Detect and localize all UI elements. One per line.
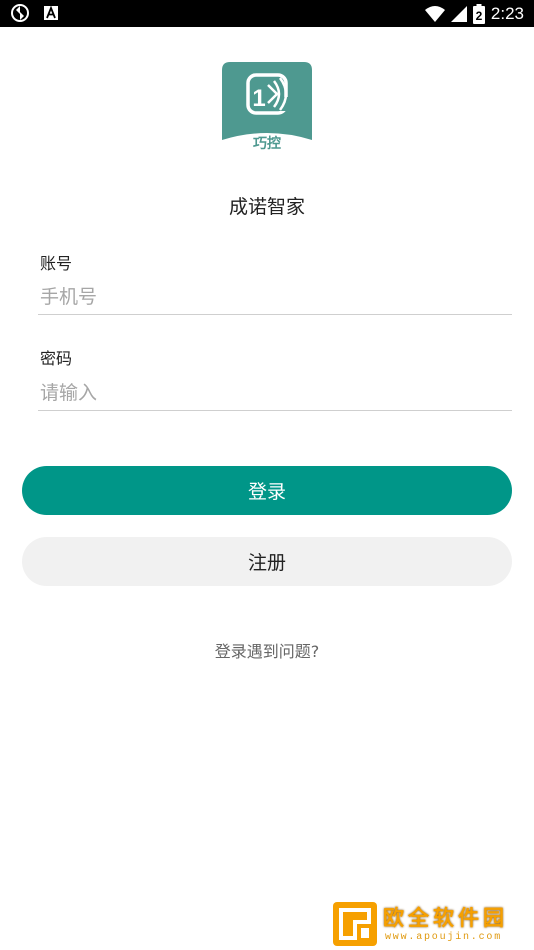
sync-icon [11, 4, 29, 22]
watermark-logo-icon [333, 902, 377, 946]
logo-digit-glyph: 1 [252, 85, 265, 112]
battery-level-text: 2 [476, 9, 483, 23]
logo-text: 巧控 [253, 135, 281, 152]
watermark-url: www.apoujin.com [385, 932, 503, 943]
register-button[interactable]: 注册 [22, 537, 512, 586]
watermark-title: 欧全软件园 [383, 906, 508, 930]
cellular-signal-icon [450, 6, 467, 22]
status-time: 2:23 [490, 4, 524, 23]
login-button[interactable]: 登录 [22, 466, 512, 515]
app-name: 成诺智家 [228, 196, 305, 218]
status-right-icons: 2 2:23 [424, 2, 524, 26]
login-help-link[interactable]: 登录遇到问题? [0, 638, 534, 662]
password-input[interactable] [38, 375, 512, 411]
notification-a-icon [44, 6, 58, 20]
account-label: 账号 [40, 254, 73, 273]
status-bar: 2 2:23 [0, 0, 534, 27]
account-input[interactable] [38, 279, 512, 315]
watermark: 欧全软件园 www.apoujin.com [333, 902, 529, 946]
wifi-icon [424, 6, 445, 22]
status-left-icons [10, 3, 58, 23]
battery-icon: 2 [472, 4, 485, 24]
app-logo: 1 巧控 [222, 62, 312, 152]
password-label: 密码 [40, 349, 73, 368]
